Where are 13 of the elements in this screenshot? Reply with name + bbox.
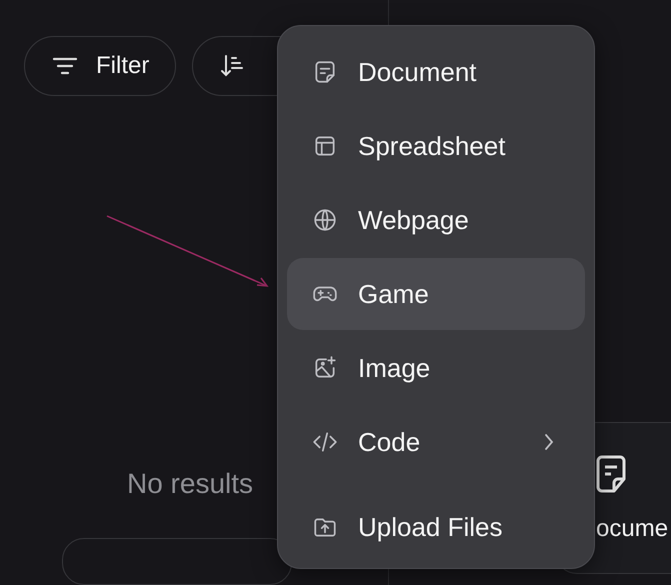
menu-item[interactable]: Image [287, 332, 585, 404]
filter-button[interactable]: Filter [24, 36, 176, 96]
menu-item[interactable]: Game [287, 258, 585, 330]
menu-item[interactable]: Spreadsheet [287, 110, 585, 182]
document-label: ocume [596, 515, 668, 543]
empty-message: No results [126, 468, 254, 500]
document-icon [596, 455, 626, 493]
globe-icon [312, 207, 338, 233]
menu-item[interactable]: Document [287, 36, 585, 108]
menu-item[interactable]: Upload Files [287, 491, 585, 563]
menu-item[interactable]: Code [287, 406, 585, 478]
filter-icon [52, 56, 78, 76]
menu-item[interactable]: Webpage [287, 184, 585, 256]
